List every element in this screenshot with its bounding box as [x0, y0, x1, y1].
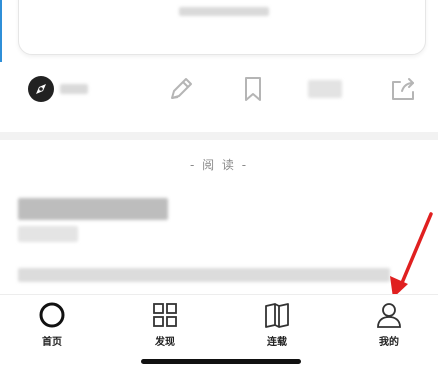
share-icon[interactable] — [388, 74, 418, 104]
nav-item-discover[interactable]: 发现 — [135, 301, 195, 353]
blurred-author — [60, 84, 88, 94]
pencil-icon[interactable] — [166, 74, 196, 104]
nav-item-serial[interactable]: 连载 — [247, 301, 307, 353]
nav-label-mine: 我的 — [379, 337, 399, 348]
user-icon — [377, 303, 401, 328]
section-title: - 阅 读 - — [189, 158, 249, 172]
bookmark-icon[interactable] — [238, 74, 268, 104]
home-indicator[interactable] — [141, 359, 301, 364]
blurred-text — [179, 7, 269, 16]
nav-item-mine[interactable]: 我的 — [359, 301, 419, 353]
nav-label-home: 首页 — [42, 337, 62, 348]
nav-label-discover: 发现 — [155, 337, 175, 348]
section-divider — [0, 132, 438, 140]
home-circle-icon — [39, 302, 65, 328]
book-icon — [265, 303, 289, 328]
grid-icon — [153, 303, 177, 327]
nav-label-serial: 连载 — [267, 337, 287, 348]
app-screen: - 阅 读 - 首页 发现 连载 我的 — [0, 0, 438, 367]
article-card[interactable] — [18, 0, 426, 55]
blurred-count — [308, 80, 342, 98]
edge-indicator — [0, 0, 2, 62]
blurred-headline — [18, 198, 168, 220]
bottom-nav: 首页 发现 连载 我的 — [0, 294, 438, 367]
compass-icon[interactable] — [26, 74, 56, 104]
blurred-headline-2 — [18, 226, 78, 242]
nav-item-home[interactable]: 首页 — [22, 301, 82, 353]
blurred-summary — [18, 268, 390, 282]
action-row — [0, 66, 438, 116]
red-arrow-annotation — [385, 210, 437, 306]
